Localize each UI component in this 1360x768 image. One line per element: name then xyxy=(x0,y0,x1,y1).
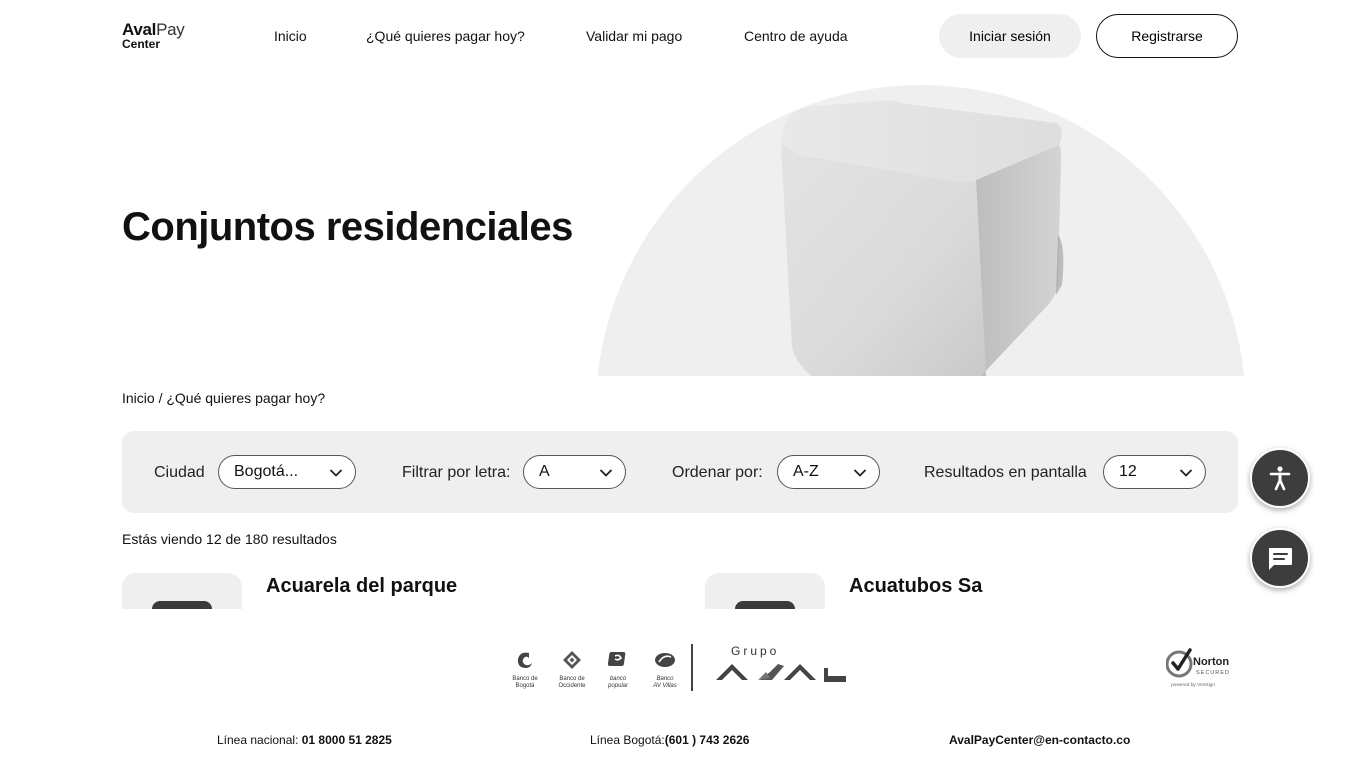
accessibility-button[interactable] xyxy=(1250,448,1310,508)
nav-validar-pago[interactable]: Validar mi pago xyxy=(586,28,682,44)
grupo-aval-logos: Banco de Bogotá Banco de Occidente banco… xyxy=(508,644,853,694)
bank-logo-avvillas: Banco AV Villas xyxy=(645,649,685,690)
bank-name: Banco de xyxy=(512,676,538,682)
norton-badge-icon: Norton SECURED powered by VeriSign xyxy=(1165,648,1230,688)
per-page-select-value: 12 xyxy=(1119,463,1137,480)
chevron-down-icon xyxy=(854,469,866,477)
bank-name: Occidente xyxy=(558,683,586,689)
register-button[interactable]: Registrarse xyxy=(1096,14,1238,58)
bank-name: popular xyxy=(607,683,628,689)
logo-divider xyxy=(691,644,693,691)
site-header: AvalPay Center Inicio ¿Qué quieres pagar… xyxy=(0,0,1360,75)
contact-email[interactable]: AvalPayCenter@en-contacto.co xyxy=(949,733,1130,747)
norton-sub: SECURED xyxy=(1196,670,1230,676)
banco-popular-icon xyxy=(607,652,626,666)
results-count: Estás viendo 12 de 180 resultados xyxy=(122,531,337,547)
city-label: Ciudad xyxy=(154,464,205,481)
avalpay-logo[interactable]: AvalPay Center xyxy=(122,20,202,52)
card-thumbnail[interactable] xyxy=(705,573,825,609)
building-icon xyxy=(735,601,795,609)
bank-name: banco xyxy=(609,676,627,682)
banco-occidente-icon xyxy=(563,651,581,669)
banco-avvillas-icon xyxy=(655,653,675,667)
cube-illustration xyxy=(597,85,1245,376)
bank-name: AV Villas xyxy=(653,683,677,689)
chat-icon xyxy=(1269,548,1292,570)
per-page-select[interactable]: 12 xyxy=(1103,455,1206,489)
letter-select[interactable]: A xyxy=(523,455,626,489)
accessibility-icon xyxy=(1269,466,1291,491)
breadcrumb-separator: / xyxy=(154,390,167,406)
norton-name: Norton xyxy=(1193,656,1229,668)
breadcrumb-home[interactable]: Inicio xyxy=(122,390,155,406)
bank-name: Banco xyxy=(656,676,674,682)
norton-secured-badge[interactable]: Norton SECURED powered by VeriSign xyxy=(1165,648,1240,688)
bogota-phone-label: Línea Bogotá: xyxy=(590,733,665,747)
nav-que-quieres-pagar[interactable]: ¿Qué quieres pagar hoy? xyxy=(366,28,525,44)
bank-logo-bogota: Banco de Bogotá xyxy=(505,649,545,690)
breadcrumb: Inicio / ¿Qué quieres pagar hoy? xyxy=(122,390,325,406)
chat-button[interactable] xyxy=(1250,528,1310,588)
login-button[interactable]: Iniciar sesión xyxy=(939,14,1081,58)
logo-text-center: Center xyxy=(122,37,161,51)
chevron-down-icon xyxy=(330,469,342,477)
city-select-value: Bogotá... xyxy=(234,463,299,480)
bogota-phone-number[interactable]: (601 ) 743 2626 xyxy=(665,733,750,747)
chevron-down-icon xyxy=(1180,469,1192,477)
per-page-label: Resultados en pantalla xyxy=(924,464,1087,481)
aval-wordmark-icon xyxy=(716,664,846,682)
bank-logo-occidente: Banco de Occidente xyxy=(552,649,592,690)
nav-inicio[interactable]: Inicio xyxy=(274,28,307,44)
bank-name: Bogotá xyxy=(515,683,535,689)
card-title[interactable]: Acuarela del parque xyxy=(266,575,457,598)
bogota-phone: Línea Bogotá:(601 ) 743 2626 xyxy=(590,733,749,747)
filter-bar: Ciudad Bogotá... Filtrar por letra: A Or… xyxy=(122,431,1238,513)
page-title: Conjuntos residenciales xyxy=(122,205,573,249)
chevron-down-icon xyxy=(600,469,612,477)
banco-bogota-icon xyxy=(517,652,532,668)
norton-powered: powered by VeriSign xyxy=(1171,682,1215,688)
hero-illustration xyxy=(596,85,1246,376)
logo-text-light: Pay xyxy=(156,20,185,39)
bank-name: Banco de xyxy=(559,676,585,682)
city-select[interactable]: Bogotá... xyxy=(218,455,356,489)
nav-centro-ayuda[interactable]: Centro de ayuda xyxy=(744,28,848,44)
card-thumbnail[interactable] xyxy=(122,573,242,609)
grupo-label: Grupo xyxy=(731,644,780,658)
sort-select[interactable]: A-Z xyxy=(777,455,880,489)
letter-label: Filtrar por letra: xyxy=(402,464,511,481)
sort-label: Ordenar por: xyxy=(672,464,763,481)
breadcrumb-current[interactable]: ¿Qué quieres pagar hoy? xyxy=(166,390,325,406)
card-title[interactable]: Acuatubos Sa xyxy=(849,575,982,598)
letter-select-value: A xyxy=(539,463,550,480)
bank-logo-popular: banco popular xyxy=(598,649,638,690)
national-phone: Línea nacional: 01 8000 51 2825 xyxy=(217,733,392,747)
national-phone-number[interactable]: 01 8000 51 2825 xyxy=(302,733,392,747)
contact-email-text[interactable]: AvalPayCenter@en-contacto.co xyxy=(949,733,1130,747)
national-phone-label: Línea nacional: xyxy=(217,733,302,747)
building-icon xyxy=(152,601,212,609)
sort-select-value: A-Z xyxy=(793,463,819,480)
